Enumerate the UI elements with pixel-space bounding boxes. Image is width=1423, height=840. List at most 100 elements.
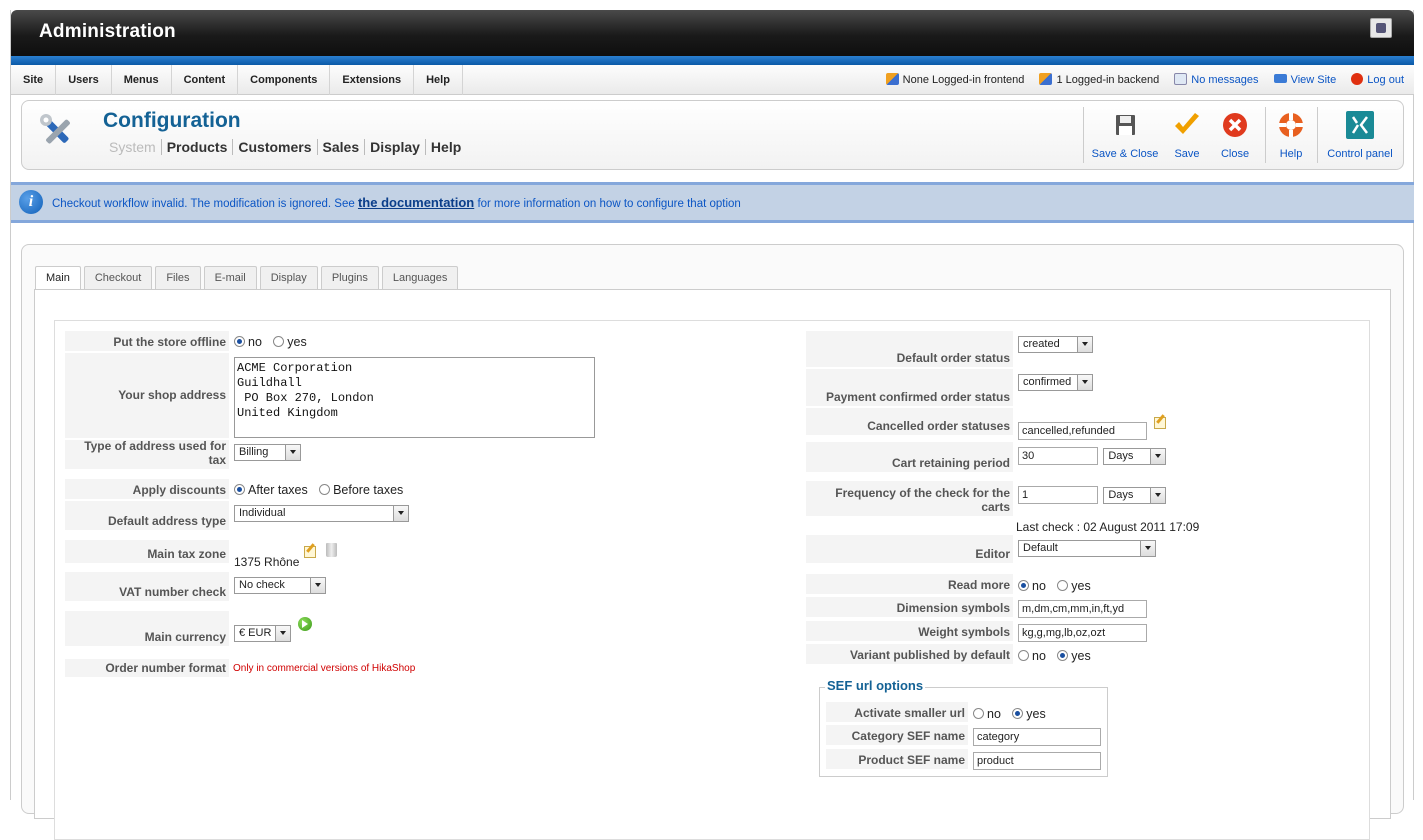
check-frequency-unit-select[interactable]: Days — [1103, 486, 1167, 504]
documentation-link[interactable]: the documentation — [358, 195, 474, 210]
confirmed-status-label: Payment confirmed order status — [806, 369, 1013, 406]
menu-components[interactable]: Components — [238, 65, 331, 95]
read-more-options: no yes — [1018, 579, 1099, 593]
discounts-label: Apply discounts — [65, 479, 229, 499]
cart-period-label: Cart retaining period — [806, 442, 1013, 472]
order-format-value: Only in commercial versions of HikaShop — [233, 663, 416, 674]
submenu-sales[interactable]: Sales — [316, 139, 365, 155]
monitor-icon — [1273, 74, 1287, 83]
tab-languages[interactable]: Languages — [381, 266, 459, 289]
edit-icon[interactable] — [1153, 414, 1167, 429]
messages-link[interactable]: No messages — [1174, 65, 1259, 95]
edit-icon[interactable] — [303, 543, 317, 558]
product-sef-label: Product SEF name — [826, 749, 968, 769]
variant-options: no yes — [1018, 649, 1099, 663]
lifebuoy-icon — [1279, 113, 1303, 137]
window-icon[interactable] — [1370, 18, 1392, 38]
menu-help[interactable]: Help — [414, 65, 463, 95]
cancelled-statuses-input[interactable]: cancelled,refunded — [1018, 422, 1147, 440]
after-taxes-radio[interactable] — [234, 484, 245, 495]
frontend-status: None Logged-in frontend — [885, 65, 1024, 95]
editor-select[interactable]: Default — [1018, 540, 1156, 557]
dimension-symbols-input[interactable]: m,dm,cm,mm,in,ft,yd — [1018, 600, 1147, 618]
tab-checkout[interactable]: Checkout — [83, 266, 153, 289]
check-frequency-input[interactable]: 1 — [1018, 486, 1098, 504]
order-format-label: Order number format — [65, 659, 229, 677]
users-icon — [1039, 73, 1053, 85]
check-frequency-label: Frequency of the check for the carts — [806, 481, 1013, 516]
submenu-help[interactable]: Help — [424, 139, 467, 155]
variant-yes-radio[interactable] — [1057, 650, 1069, 661]
message-icon — [1174, 73, 1188, 85]
cart-period-input[interactable]: 30 — [1018, 447, 1098, 465]
smaller-url-no-radio[interactable] — [973, 708, 984, 719]
tax-address-select[interactable]: Billing — [234, 444, 301, 461]
vat-check-select[interactable]: No check — [234, 577, 326, 594]
category-sef-label: Category SEF name — [826, 725, 968, 745]
variant-no-radio[interactable] — [1018, 650, 1029, 661]
before-taxes-radio[interactable] — [319, 484, 331, 495]
submenu-products[interactable]: Products — [160, 139, 233, 155]
power-icon — [1351, 73, 1364, 85]
offline-no-radio[interactable] — [234, 336, 245, 347]
submenu-display[interactable]: Display — [364, 139, 425, 155]
toolbar-separator — [1317, 107, 1318, 163]
read-more-yes-radio[interactable] — [1057, 580, 1069, 591]
dimension-label: Dimension symbols — [806, 597, 1013, 617]
tax-zone-label: Main tax zone — [65, 540, 229, 563]
product-sef-input[interactable]: product — [973, 752, 1101, 770]
status-area: None Logged-in frontend 1 Logged-in back… — [874, 65, 1404, 95]
info-icon: i — [19, 190, 43, 214]
menu-users[interactable]: Users — [56, 65, 112, 95]
confirmed-status-select[interactable]: confirmed — [1018, 374, 1093, 391]
toolbar-separator — [1083, 107, 1084, 163]
admin-window: Administration Site Users Menus Content … — [10, 10, 1414, 840]
smaller-url-yes-radio[interactable] — [1012, 708, 1024, 719]
currency-label: Main currency — [65, 611, 229, 646]
sef-legend: SEF url options — [825, 678, 926, 693]
address-type-select[interactable]: Individual — [234, 505, 409, 522]
tab-email[interactable]: E-mail — [203, 266, 257, 289]
save-button[interactable]: Save — [1165, 107, 1209, 163]
cancelled-label: Cancelled order statuses — [806, 408, 1013, 435]
close-icon — [1223, 113, 1247, 137]
close-button[interactable]: Close — [1213, 107, 1257, 163]
tab-bar: Main Checkout Files E-mail Display Plugi… — [35, 266, 461, 290]
config-submenu: System Products Customers Sales Display Help — [103, 139, 467, 155]
tab-display[interactable]: Display — [259, 266, 318, 289]
weight-symbols-input[interactable]: kg,g,mg,lb,oz,ozt — [1018, 624, 1147, 642]
offline-yes-radio[interactable] — [273, 336, 285, 347]
config-form: Put the store offline no yes Your shop a… — [54, 320, 1370, 840]
header-strip — [11, 56, 1414, 65]
tab-plugins[interactable]: Plugins — [320, 266, 379, 289]
toolbar-separator — [1265, 107, 1266, 163]
read-more-no-radio[interactable] — [1018, 580, 1029, 591]
smaller-url-label: Activate smaller url — [826, 702, 968, 722]
menu-extensions[interactable]: Extensions — [330, 65, 415, 95]
tab-main[interactable]: Main — [35, 266, 81, 290]
shop-address-textarea[interactable]: ACME Corporation Guildhall PO Box 270, L… — [234, 357, 595, 438]
menu-menus[interactable]: Menus — [112, 65, 172, 95]
admin-title: Administration — [39, 21, 176, 42]
logout-link[interactable]: Log out — [1351, 65, 1404, 95]
go-icon[interactable] — [298, 617, 313, 631]
tab-files[interactable]: Files — [155, 266, 201, 289]
menu-content[interactable]: Content — [172, 65, 239, 95]
help-button[interactable]: Help — [1269, 107, 1313, 163]
default-status-select[interactable]: created — [1018, 336, 1093, 353]
toolbar-box: Configuration System Products Customers Sal… — [21, 100, 1404, 170]
save-close-button[interactable]: Save & Close — [1087, 107, 1163, 163]
cart-period-unit-select[interactable]: Days — [1103, 447, 1167, 465]
currency-select[interactable]: € EUR — [234, 625, 291, 642]
view-site-link[interactable]: View Site — [1273, 65, 1336, 95]
sef-options-fieldset: SEF url options Activate smaller url no … — [819, 678, 1108, 777]
checkmark-icon — [1175, 113, 1199, 134]
category-sef-input[interactable]: category — [973, 728, 1101, 746]
submenu-customers[interactable]: Customers — [232, 139, 317, 155]
control-panel-button[interactable]: Control panel — [1319, 107, 1401, 163]
submenu-system[interactable]: System — [103, 139, 161, 155]
trash-icon[interactable] — [326, 543, 338, 557]
menu-site[interactable]: Site — [11, 65, 57, 95]
main-panel: Main Checkout Files E-mail Display Plugi… — [21, 244, 1404, 840]
offline-options: no yes — [234, 335, 315, 349]
